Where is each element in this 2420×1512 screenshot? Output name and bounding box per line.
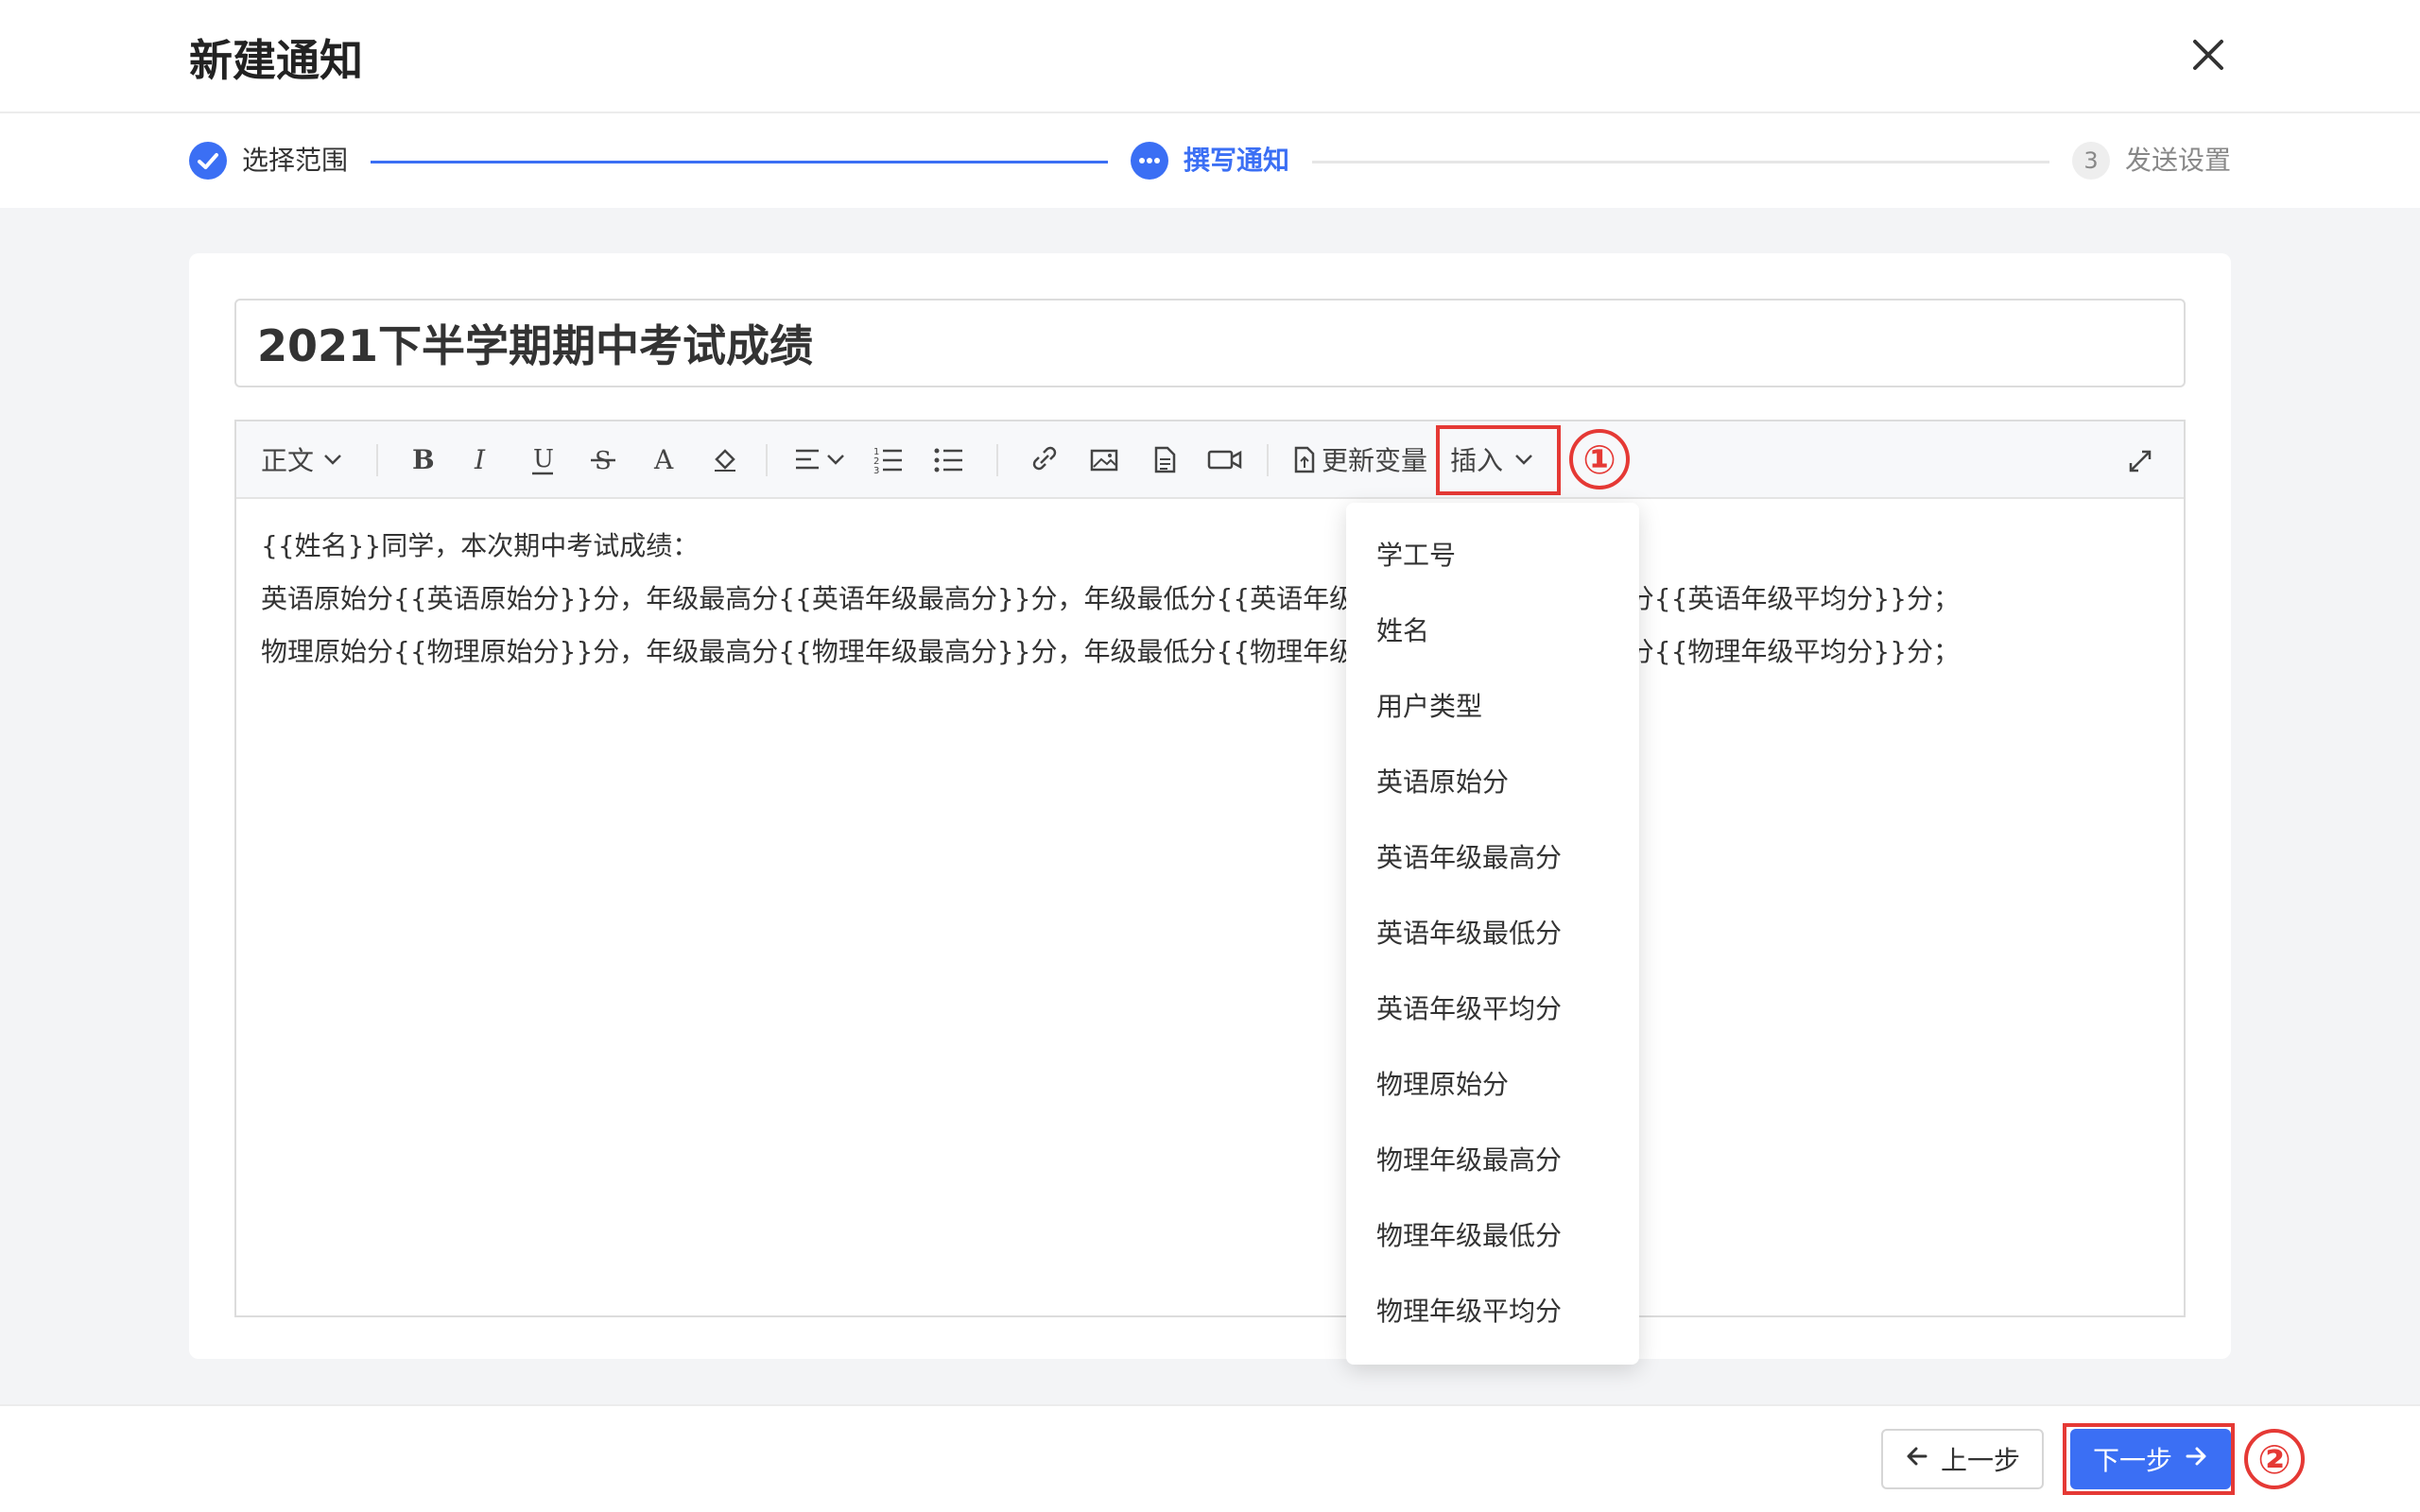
paragraph-style-label: 正文	[261, 445, 315, 476]
step-indicator: 选择范围 撰写通知 3 发送设置	[0, 113, 2420, 208]
file-icon[interactable]	[1148, 440, 1182, 478]
svg-text:B: B	[412, 444, 435, 475]
svg-text:U: U	[533, 445, 554, 473]
insert-menu-item[interactable]: 姓名	[1376, 612, 1429, 650]
update-variable-label: 更新变量	[1322, 445, 1428, 476]
italic-icon[interactable]: I	[467, 440, 497, 478]
more-dots-icon	[1131, 142, 1168, 180]
notice-title-input[interactable]: 2021下半学期期中考试成绩	[234, 299, 2186, 387]
insert-menu-item[interactable]: 英语年级最低分	[1376, 915, 1562, 953]
file-upload-icon	[1291, 440, 1318, 478]
insert-menu-item[interactable]: 物理年级平均分	[1376, 1293, 1562, 1331]
toolbar-divider	[766, 444, 768, 476]
insert-menu-item[interactable]: 用户类型	[1376, 688, 1482, 726]
editor-content[interactable]: {{姓名}}同学，本次期中考试成绩： 英语原始分{{英语原始分}}分，年级最高分…	[236, 499, 2184, 1315]
ordered-list-icon[interactable]: 123	[872, 440, 906, 478]
underline-icon[interactable]: U	[527, 440, 558, 478]
step-3-number: 3	[2072, 142, 2110, 180]
video-icon[interactable]	[1206, 440, 1244, 478]
fullscreen-icon[interactable]	[2123, 440, 2157, 478]
editor-line: 英语原始分{{英语原始分}}分，年级最高分{{英语年级最高分}}分，年级最低分{…	[261, 583, 1961, 614]
font-color-icon[interactable]: A	[648, 440, 679, 478]
svg-text:I: I	[474, 444, 486, 475]
toolbar-divider	[1267, 444, 1269, 476]
update-variable-button[interactable]: 更新变量	[1291, 440, 1427, 478]
editor-line: 物理原始分{{物理原始分}}分，年级最高分{{物理年级最高分}}分，年级最低分{…	[261, 636, 1961, 667]
toolbar-divider	[376, 444, 378, 476]
insert-menu-item[interactable]: 物理年级最高分	[1376, 1142, 1562, 1179]
bold-icon[interactable]: B	[406, 440, 437, 478]
rich-text-editor: 正文 B I U S A	[234, 420, 2186, 1317]
insert-dropdown-menu: 学工号 姓名 用户类型 英语原始分 英语年级最高分 英语年级最低分 英语年级平均…	[1346, 503, 1639, 1365]
close-icon[interactable]	[2184, 30, 2233, 79]
paragraph-style-select[interactable]: 正文	[261, 440, 344, 478]
annotation-box-next	[2063, 1423, 2235, 1495]
dialog-header: 新建通知	[0, 0, 2420, 113]
highlight-icon[interactable]	[709, 440, 739, 478]
bullet-list-icon[interactable]	[932, 440, 966, 478]
check-circle-icon	[189, 142, 227, 180]
insert-menu-item[interactable]: 英语原始分	[1376, 764, 1509, 801]
toolbar-divider	[996, 444, 998, 476]
step-3-label: 发送设置	[2125, 145, 2232, 176]
prev-step-button[interactable]: 上一步	[1881, 1429, 2044, 1489]
svg-text:A: A	[653, 444, 674, 475]
insert-menu-item[interactable]: 英语年级最高分	[1376, 839, 1562, 877]
insert-menu-item[interactable]: 物理年级最低分	[1376, 1217, 1562, 1255]
link-icon[interactable]	[1027, 440, 1061, 478]
notice-card: 2021下半学期期中考试成绩 正文 B I U S	[189, 253, 2231, 1359]
annotation-box-insert	[1436, 425, 1561, 495]
editor-line: {{姓名}}同学，本次期中考试成绩：	[261, 530, 700, 561]
step-2-label: 撰写通知	[1184, 145, 1290, 176]
insert-menu-item[interactable]: 英语年级平均分	[1376, 990, 1562, 1028]
insert-menu-item[interactable]: 学工号	[1376, 537, 1456, 575]
strikethrough-icon[interactable]: S	[588, 440, 618, 478]
align-icon[interactable]	[792, 440, 855, 478]
svg-text:3: 3	[873, 466, 879, 476]
chevron-down-icon	[321, 448, 344, 471]
step-1-label: 选择范围	[242, 145, 349, 176]
step-line-1	[371, 161, 1108, 163]
dialog-footer: 上一步 下一步 ②	[0, 1404, 2420, 1512]
image-icon[interactable]	[1087, 440, 1121, 478]
step-line-2	[1312, 161, 2049, 163]
annotation-number-1: ①	[1569, 429, 1630, 490]
prev-step-label: 上一步	[1940, 1445, 2020, 1476]
arrow-left-icon	[1905, 1444, 1929, 1475]
annotation-number-2: ②	[2244, 1429, 2305, 1489]
insert-menu-item[interactable]: 物理原始分	[1376, 1066, 1509, 1104]
editor-toolbar: 正文 B I U S A	[236, 421, 2184, 499]
dialog-title: 新建通知	[189, 35, 363, 86]
